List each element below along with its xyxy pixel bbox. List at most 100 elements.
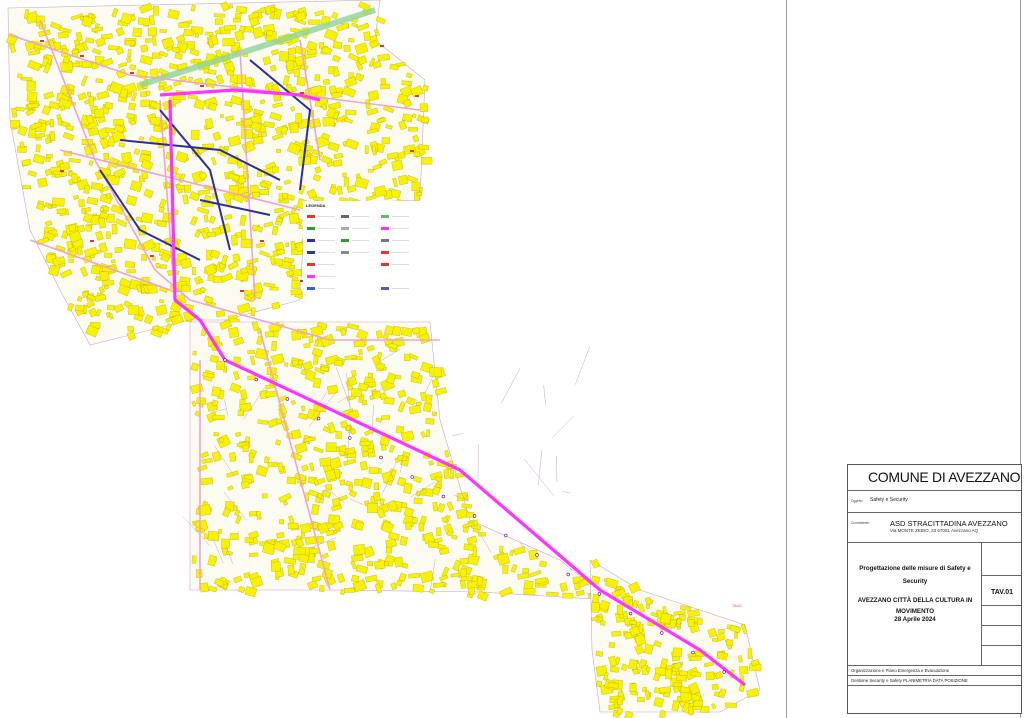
building: [289, 264, 296, 270]
cell-divider: [981, 645, 1021, 646]
building: [692, 705, 702, 711]
building: [17, 73, 23, 79]
building: [46, 154, 53, 159]
building: [195, 569, 203, 578]
building: [687, 619, 695, 627]
building: [368, 467, 379, 474]
building: [426, 429, 431, 438]
legend-swatch: [381, 227, 389, 230]
cell-divider: [981, 605, 1021, 606]
building: [68, 258, 74, 264]
building: [432, 582, 445, 588]
building: [286, 165, 293, 172]
building: [81, 207, 86, 214]
building: [270, 7, 275, 12]
building: [233, 17, 241, 23]
building: [332, 41, 343, 50]
comune-title: COMUNE DI AVEZZANO: [868, 469, 1021, 485]
building: [141, 254, 147, 261]
building: [140, 44, 149, 53]
building: [738, 655, 743, 663]
building: [747, 648, 753, 659]
route-checkpoint: [566, 572, 570, 577]
building: [359, 440, 371, 447]
building: [372, 390, 381, 399]
route-checkpoint: [223, 358, 227, 362]
building: [26, 80, 36, 92]
building: [56, 208, 67, 215]
route-checkpoint: [379, 455, 383, 460]
building: [319, 585, 325, 592]
building: [26, 91, 38, 103]
building: [665, 669, 673, 680]
subject-row: Oggetto: Safety e Security: [848, 491, 1021, 513]
building: [395, 425, 405, 434]
building: [411, 182, 420, 191]
building: [351, 554, 364, 562]
route-checkpoint: [535, 553, 539, 557]
route-checkpoint: [597, 592, 602, 596]
parcel-line: [543, 385, 546, 406]
building: [267, 461, 278, 468]
building: [431, 411, 437, 417]
building: [428, 541, 440, 549]
building: [637, 696, 645, 703]
building: [420, 116, 429, 123]
building: [229, 452, 237, 462]
building: [288, 213, 300, 224]
building: [611, 630, 622, 637]
building: [196, 397, 207, 405]
building: [660, 612, 672, 625]
building: [77, 246, 83, 256]
building: [35, 144, 41, 153]
building: [158, 81, 167, 87]
building: [358, 349, 363, 355]
legend-swatch: [307, 275, 315, 278]
building: [279, 519, 284, 525]
building: [47, 204, 52, 209]
building: [373, 492, 381, 502]
subject-label: Oggetto:: [851, 499, 864, 503]
building: [380, 83, 390, 90]
route-checkpoint: [316, 416, 321, 421]
building: [192, 350, 197, 356]
building: [213, 13, 226, 18]
org-divider: [848, 675, 1021, 676]
building: [308, 19, 321, 25]
building: [87, 91, 91, 97]
building: [607, 682, 619, 689]
building: [628, 659, 638, 670]
event-date: 28 Aprile 2024: [894, 616, 936, 623]
building: [220, 538, 230, 549]
building: [200, 477, 214, 486]
building: [287, 564, 295, 575]
building: [181, 284, 191, 292]
barrier-marker: [90, 240, 94, 242]
legend-swatch: [381, 239, 389, 242]
building: [279, 51, 289, 62]
building: [99, 270, 110, 282]
building: [127, 305, 140, 315]
building: [331, 497, 341, 507]
building: [147, 27, 158, 36]
city-map[interactable]: [0, 0, 790, 718]
building: [199, 582, 209, 593]
map-legend: LEGENDA: [303, 201, 421, 305]
org-line-2: Gestione Security e Safety PLANIMETRIA D…: [851, 678, 968, 683]
legend-swatch: [307, 239, 315, 242]
building: [322, 79, 330, 85]
route-checkpoint: [472, 514, 477, 518]
building: [292, 554, 299, 560]
building: [499, 545, 504, 553]
building: [690, 656, 702, 661]
building: [212, 414, 225, 420]
building: [653, 697, 664, 708]
building: [374, 560, 386, 570]
legend-swatch: [307, 227, 315, 230]
building: [103, 252, 113, 259]
building: [629, 620, 637, 625]
barrier-marker: [80, 55, 84, 57]
building: [249, 453, 254, 464]
project-title: Progettazione delle misure di Safety e S…: [859, 565, 971, 585]
barrier-marker: [415, 95, 419, 97]
